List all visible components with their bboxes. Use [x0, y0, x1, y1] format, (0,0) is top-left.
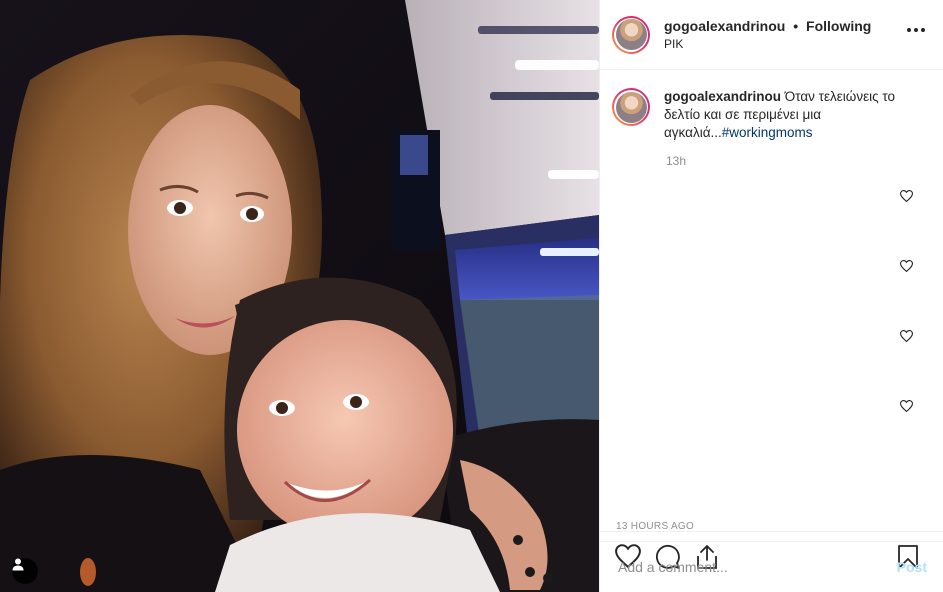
instagram-post: gogoalexandrinou • Following PIK gogoale… — [0, 0, 943, 592]
photo-illustration — [0, 0, 599, 592]
heart-icon[interactable] — [900, 330, 913, 342]
caption-timestamp: 13h — [666, 154, 687, 168]
caption: gogoalexandrinou Όταν τελειώνεις το δελτ… — [612, 88, 929, 142]
comments-section: gogoalexandrinou Όταν τελειώνεις το δελτ… — [600, 70, 943, 531]
add-comment-bar: Post — [600, 541, 943, 592]
post-photo[interactable] — [0, 0, 599, 592]
location-link[interactable]: PIK — [664, 35, 871, 53]
comment-input[interactable] — [616, 558, 889, 576]
heart-icon[interactable] — [900, 260, 913, 272]
separator-dot: • — [793, 17, 799, 34]
hashtag-link[interactable]: #workingmoms — [722, 125, 813, 140]
user-tag-icon[interactable] — [12, 558, 38, 584]
caption-text: gogoalexandrinou Όταν τελειώνεις το δελτ… — [664, 88, 904, 142]
heart-icon[interactable] — [900, 190, 913, 202]
heart-icon[interactable] — [900, 400, 913, 412]
post-header: gogoalexandrinou • Following PIK — [600, 0, 943, 70]
avatar[interactable] — [612, 15, 650, 54]
more-options-icon[interactable] — [907, 28, 925, 32]
username-link[interactable]: gogoalexandrinou — [664, 18, 785, 34]
following-button[interactable]: Following — [806, 18, 871, 34]
post-side-panel: gogoalexandrinou • Following PIK gogoale… — [599, 0, 943, 592]
post-comment-button[interactable]: Post — [897, 559, 927, 575]
caption-username[interactable]: gogoalexandrinou — [664, 89, 781, 104]
post-timestamp: 13 HOURS AGO — [616, 521, 695, 532]
caption-avatar[interactable] — [612, 88, 650, 126]
